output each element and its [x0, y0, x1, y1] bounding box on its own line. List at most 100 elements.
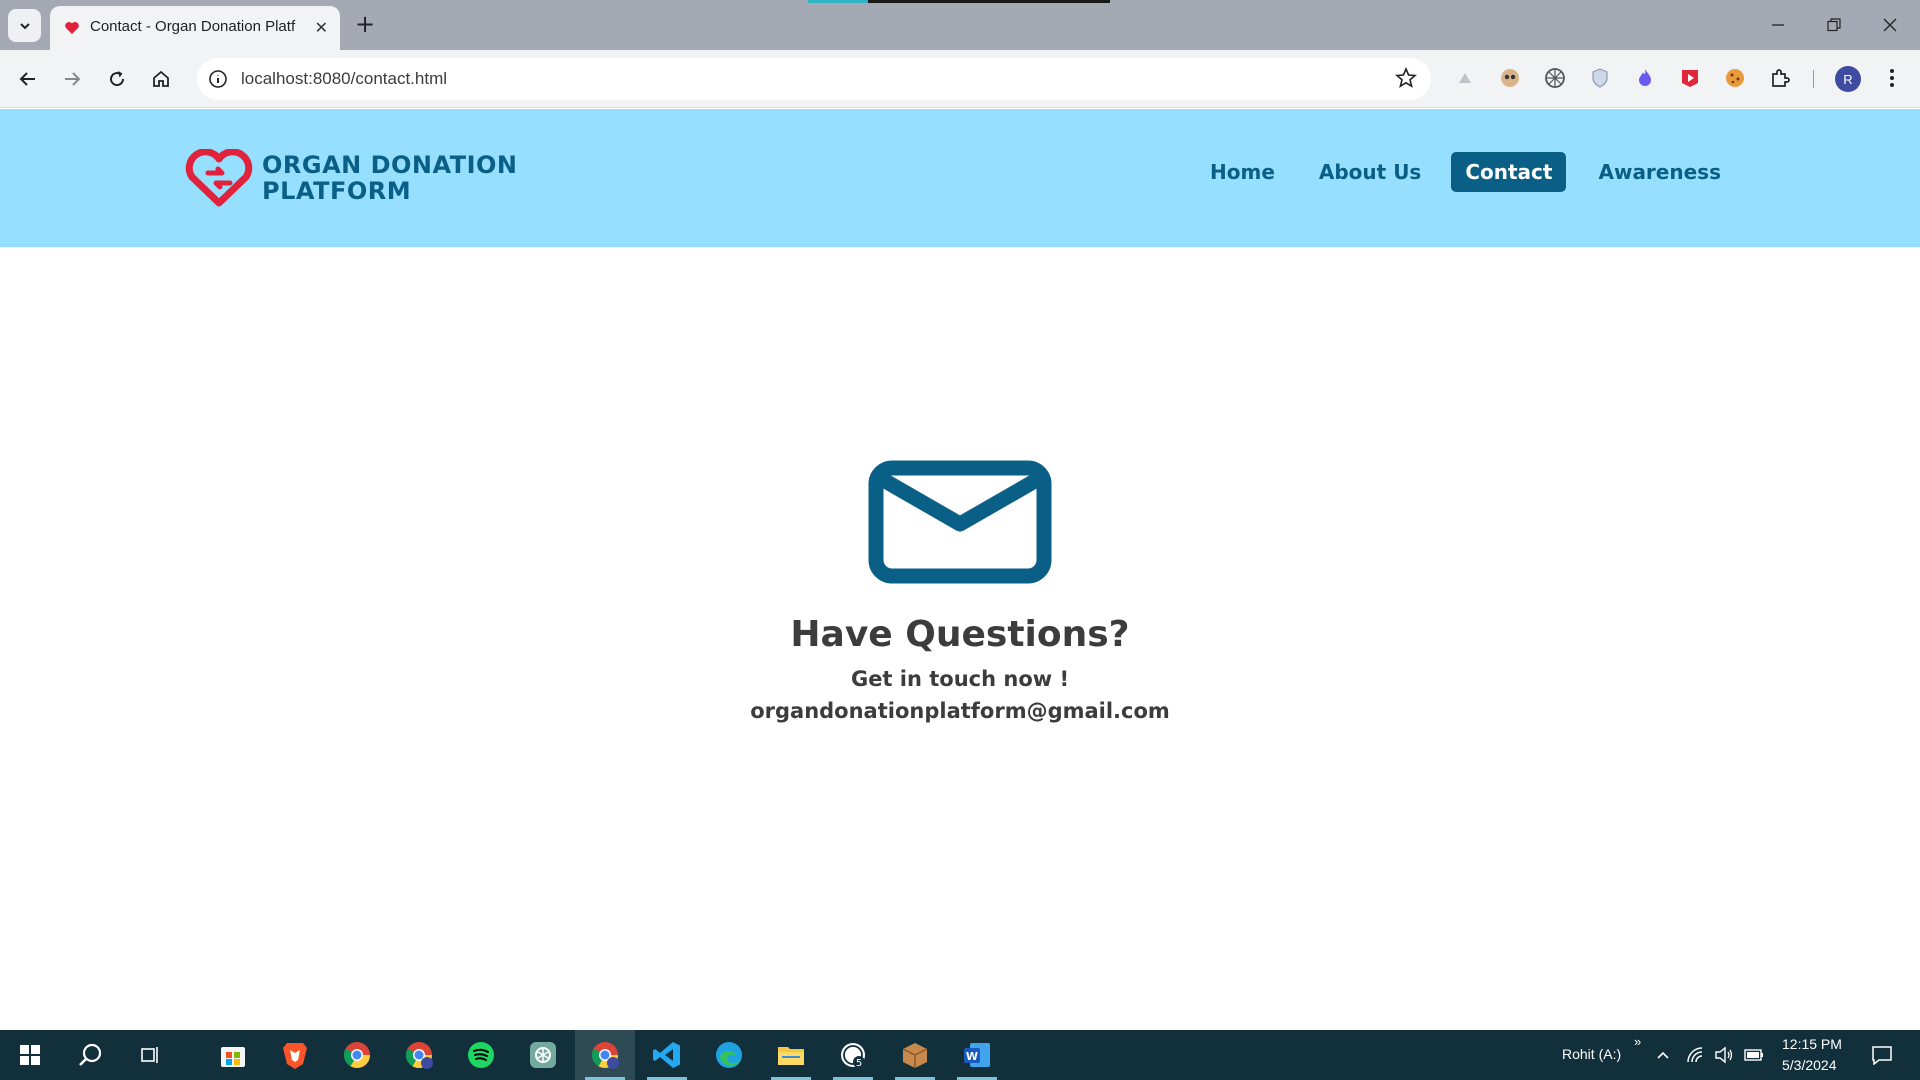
contact-email[interactable]: organdonationplatform@gmail.com — [0, 699, 1920, 723]
folder-icon — [778, 1047, 804, 1065]
arrow-left-icon — [19, 72, 35, 86]
address-bar[interactable]: localhost:8080/contact.html — [197, 58, 1431, 100]
tab-drag-indicator-dark — [868, 0, 1110, 3]
browser-tab-bar: Contact - Organ Donation Platf ✕ + — [0, 0, 1920, 50]
bookmark-star-icon[interactable] — [1395, 67, 1417, 89]
taskbar-app-vscode[interactable] — [637, 1030, 697, 1080]
site-info-icon — [209, 70, 227, 88]
browser-toolbar: localhost:8080/contact.html R — [0, 50, 1920, 108]
chatgpt-icon — [530, 1042, 556, 1068]
taskbar-app-brave[interactable] — [265, 1030, 325, 1080]
site-header: ORGAN DONATION PLATFORM Home About Us Co… — [0, 109, 1920, 247]
heart-favicon-icon — [65, 22, 79, 34]
taskbar-search-button[interactable] — [60, 1030, 120, 1080]
nav-link-home[interactable]: Home — [1196, 152, 1289, 192]
browser-menu-button[interactable] — [1879, 65, 1905, 91]
chrome-icon — [343, 1042, 371, 1069]
battery-button[interactable] — [1739, 1030, 1769, 1080]
taskbar-app-spotify[interactable] — [451, 1030, 511, 1080]
site-logo[interactable]: ORGAN DONATION PLATFORM — [184, 149, 518, 207]
taskbar-app-whatsapp[interactable]: 5 — [823, 1030, 883, 1080]
forward-button[interactable] — [57, 64, 87, 94]
heart-logo-icon — [185, 149, 253, 207]
vscode-icon — [653, 1042, 680, 1068]
taskbar-app-edge[interactable] — [699, 1030, 759, 1080]
taskbar-app-chrome-profile[interactable] — [389, 1030, 449, 1080]
restore-icon — [1827, 18, 1841, 32]
task-view-button[interactable] — [120, 1030, 180, 1080]
chrome-active-icon — [591, 1042, 619, 1069]
contact-section: Have Questions? Get in touch now ! organ… — [0, 460, 1920, 723]
extension-flame-icon[interactable] — [1632, 65, 1658, 91]
extension-play-icon[interactable] — [1677, 65, 1703, 91]
tray-overflow-chevron[interactable]: » — [1634, 1034, 1641, 1049]
volume-button[interactable] — [1709, 1030, 1739, 1080]
minimize-button[interactable] — [1758, 10, 1798, 40]
taskbar-app-word[interactable]: W — [947, 1030, 1007, 1080]
tray-date[interactable]: 5/3/2024 — [1782, 1057, 1837, 1073]
extension-shield-icon[interactable] — [1587, 65, 1613, 91]
tray-user-drive[interactable]: Rohit (A:) — [1562, 1046, 1621, 1062]
chevron-down-icon — [19, 22, 30, 29]
taskbar-app-package[interactable] — [885, 1030, 945, 1080]
task-view-icon — [141, 1047, 158, 1063]
close-icon — [1883, 18, 1897, 32]
close-window-button[interactable] — [1870, 10, 1910, 40]
word-icon: W — [964, 1043, 990, 1067]
new-tab-button[interactable]: + — [355, 11, 375, 37]
notification-icon — [1872, 1046, 1892, 1065]
wifi-icon — [1687, 1047, 1703, 1063]
taskbar-app-chrome-active[interactable] — [575, 1030, 635, 1080]
tray-time[interactable]: 12:15 PM — [1782, 1036, 1842, 1052]
tab-list-button[interactable] — [8, 9, 41, 42]
package-icon — [902, 1043, 928, 1068]
logo-line2: PLATFORM — [262, 177, 412, 205]
nav-link-contact[interactable]: Contact — [1451, 152, 1567, 192]
svg-text:W: W — [966, 1050, 978, 1063]
spotify-icon — [468, 1042, 494, 1068]
nav-link-awareness[interactable]: Awareness — [1584, 152, 1735, 192]
toolbar-separator — [1813, 70, 1814, 88]
speaker-icon — [1715, 1046, 1733, 1064]
browser-tab-active[interactable]: Contact - Organ Donation Platf ✕ — [50, 6, 340, 50]
nav-link-about-us[interactable]: About Us — [1305, 152, 1435, 192]
arrow-right-icon — [65, 72, 81, 86]
chevron-up-icon — [1657, 1051, 1669, 1059]
profile-avatar[interactable]: R — [1835, 66, 1861, 92]
battery-icon — [1744, 1049, 1763, 1061]
windows-taskbar: 5 W Rohit (A:) » 12:15 PM 5/3/2024 — [0, 1030, 1920, 1080]
envelope-icon — [868, 460, 1052, 584]
taskbar-app-store[interactable] — [203, 1030, 263, 1080]
notification-center-button[interactable] — [1862, 1030, 1902, 1080]
taskbar-app-chrome[interactable] — [327, 1030, 387, 1080]
svg-text:5: 5 — [856, 1058, 862, 1069]
contact-title: Have Questions? — [790, 614, 1130, 655]
edge-icon — [716, 1042, 742, 1068]
tab-close-button[interactable]: ✕ — [315, 18, 328, 37]
restore-button[interactable] — [1814, 10, 1854, 40]
home-icon — [153, 70, 169, 87]
extensions-puzzle-icon[interactable] — [1767, 65, 1793, 91]
taskbar-app-file-explorer[interactable] — [761, 1030, 821, 1080]
chrome-profile-icon — [405, 1042, 433, 1069]
site-nav: Home About Us Contact Awareness — [1196, 152, 1741, 192]
reload-button[interactable] — [102, 64, 132, 94]
minimize-icon — [1772, 24, 1784, 26]
url-text[interactable]: localhost:8080/contact.html — [241, 69, 447, 89]
tab-title: Contact - Organ Donation Platf — [90, 18, 296, 35]
extension-cookie-icon[interactable] — [1722, 65, 1748, 91]
tab-drag-indicator — [808, 0, 868, 3]
windows-logo-icon — [20, 1045, 40, 1065]
extension-aperture-icon[interactable] — [1542, 65, 1568, 91]
extension-triangle-icon[interactable] — [1452, 65, 1478, 91]
extension-face-icon[interactable] — [1497, 65, 1523, 91]
back-button[interactable] — [13, 64, 43, 94]
wifi-button[interactable] — [1680, 1030, 1710, 1080]
logo-line1: ORGAN DONATION — [262, 151, 518, 179]
taskbar-app-chatgpt[interactable] — [513, 1030, 573, 1080]
brave-icon — [283, 1043, 307, 1069]
home-button[interactable] — [146, 64, 176, 94]
start-button[interactable] — [0, 1030, 60, 1080]
show-hidden-icons-button[interactable] — [1648, 1030, 1678, 1080]
store-icon — [221, 1047, 245, 1067]
